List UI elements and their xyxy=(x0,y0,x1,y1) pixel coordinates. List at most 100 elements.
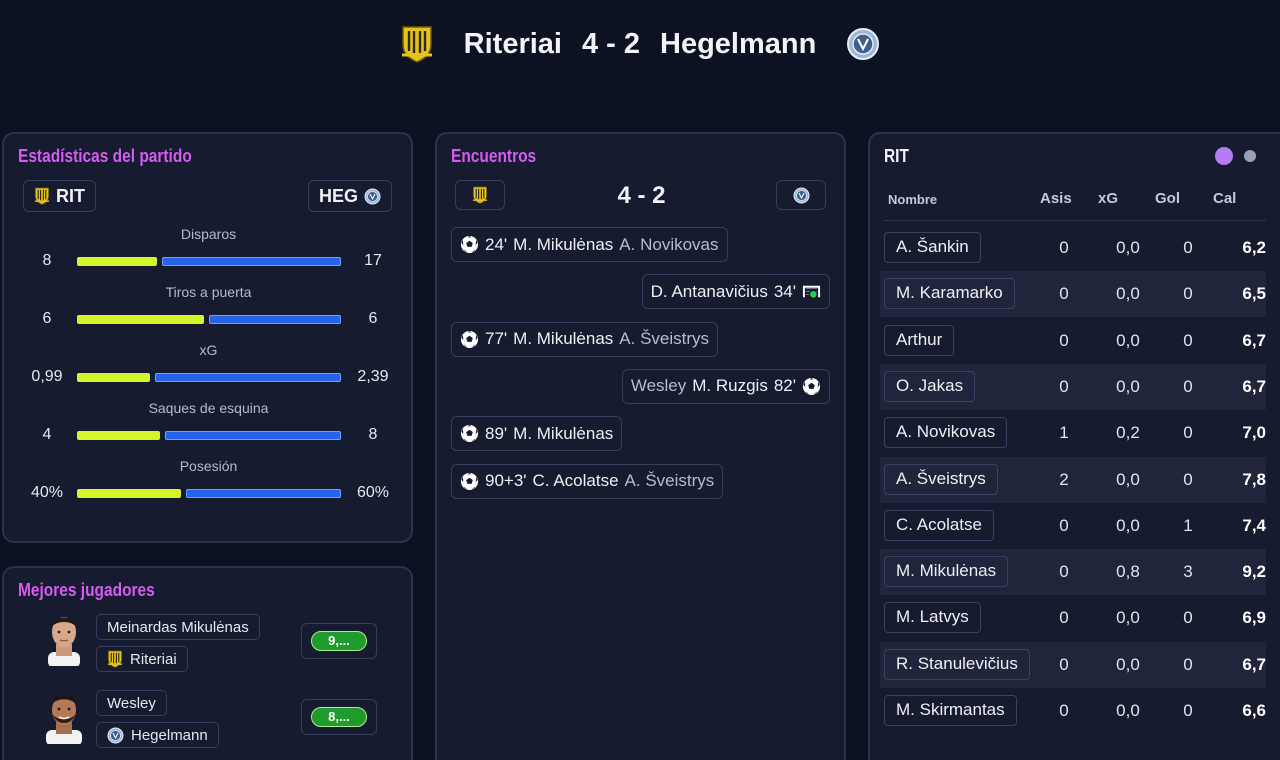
player-name[interactable]: M. Skirmantas xyxy=(884,695,1017,726)
table-row[interactable]: M. Karamarko 0 0,0 0 6,5 xyxy=(880,271,1266,318)
player-rating: 7,0 xyxy=(1242,423,1266,443)
player-goals: 0 xyxy=(1183,376,1193,396)
player-goals: 0 xyxy=(1183,469,1193,489)
top-player-name: Wesley xyxy=(107,694,156,712)
event-item[interactable]: 77' M. Mikulėnas A. Šveistrys xyxy=(451,321,719,357)
stat-home-value: 4 xyxy=(42,426,52,443)
player-goals: 1 xyxy=(1183,515,1193,535)
player-xg: 0,0 xyxy=(1116,284,1140,304)
player-rating: 6,2 xyxy=(1242,238,1266,257)
event-assist: A. Šveistrys xyxy=(624,471,715,490)
page-indicator-dot[interactable] xyxy=(1244,150,1256,162)
top-player-name: Meinardas Mikulėnas xyxy=(107,618,249,636)
riteriai-crest-icon xyxy=(34,187,50,205)
top-player-team-chip[interactable]: Riteriai xyxy=(96,646,188,672)
stat-row: 40% 60% xyxy=(4,484,413,504)
table-row[interactable]: A. Novikovas 1 0,2 0 7,0 xyxy=(880,410,1266,456)
stat-bar-away xyxy=(209,315,341,324)
player-name[interactable]: Arthur xyxy=(884,324,955,356)
top-player-name-chip[interactable]: Wesley xyxy=(96,690,167,716)
column-header-xg[interactable]: xG xyxy=(1098,190,1118,207)
goal-icon xyxy=(460,424,479,443)
match-score: 4 - 2 xyxy=(581,27,641,60)
stat-row: 0,99 2,39 xyxy=(4,368,413,388)
player-assists: 0 xyxy=(1059,608,1069,628)
goal-icon xyxy=(460,235,479,254)
player-name[interactable]: C. Acolatse xyxy=(884,509,994,541)
event-player: M. Mikulėnas xyxy=(513,234,614,254)
player-xg: 0,0 xyxy=(1116,515,1140,535)
player-avatar[interactable] xyxy=(40,608,88,666)
event-minute: 89' xyxy=(485,423,508,443)
player-goals: 0 xyxy=(1183,238,1193,257)
stat-bar-away xyxy=(186,489,341,498)
player-name[interactable]: A. Novikovas xyxy=(884,417,1008,449)
hegelmann-crest-icon xyxy=(364,188,381,205)
player-goals: 0 xyxy=(1183,423,1193,443)
table-row[interactable]: A. Šveistrys 2 0,0 0 7,8 xyxy=(880,456,1266,503)
table-row[interactable]: M. Mikulėnas 0 0,8 3 9,2 xyxy=(880,549,1266,596)
stat-bar-home xyxy=(77,489,181,498)
match-header: Riteriai 4 - 2 Hegelmann xyxy=(0,22,1280,66)
player-rating: 6,9 xyxy=(1242,608,1266,628)
table-row[interactable]: R. Stanulevičius 0 0,0 0 6,7 xyxy=(880,641,1266,688)
riteriai-crest-icon xyxy=(107,650,123,668)
player-name[interactable]: M. Mikulėnas xyxy=(884,556,1009,588)
player-name[interactable]: M. Latvys xyxy=(884,602,981,634)
stat-bar xyxy=(77,489,341,498)
table-row[interactable]: C. Acolatse 0 0,0 1 7,4 xyxy=(880,503,1266,549)
player-avatar[interactable] xyxy=(40,686,88,744)
table-row[interactable]: M. Skirmantas 0 0,0 0 6,6 xyxy=(880,688,1266,734)
table-row[interactable]: M. Latvys 0 0,0 0 6,9 xyxy=(880,595,1266,641)
events-title: Encuentros xyxy=(451,146,537,166)
away-abbr: HEG xyxy=(318,185,358,206)
stat-label: Tiros a puerta xyxy=(165,284,252,300)
player-rating: 7,8 xyxy=(1242,469,1266,489)
player-xg: 0,0 xyxy=(1116,469,1140,489)
player-name[interactable]: A. Šankin xyxy=(884,232,981,263)
event-item[interactable]: D. Antanavičius 34' xyxy=(641,274,830,310)
event-player: M. Ruzgis xyxy=(692,376,768,396)
stat-home-value: 0,99 xyxy=(31,368,63,385)
page-indicator-dot-active[interactable] xyxy=(1215,147,1233,165)
player-name[interactable]: A. Šveistrys xyxy=(884,463,998,495)
event-item[interactable]: Wesley M. Ruzgis 82' xyxy=(621,368,830,404)
top-player-rating-box: 8,... xyxy=(301,699,377,735)
player-assists: 0 xyxy=(1059,515,1069,535)
column-header-assists[interactable]: Asis xyxy=(1040,190,1072,207)
event-player: M. Mikulėnas xyxy=(513,329,614,349)
column-header-name[interactable]: Nombre xyxy=(888,192,937,207)
player-assists: 0 xyxy=(1059,701,1069,720)
event-item[interactable]: 90+3' C. Acolatse A. Šveistrys xyxy=(451,463,724,499)
event-minute: 34' xyxy=(773,281,796,301)
column-header-goals[interactable]: Gol xyxy=(1155,190,1180,207)
match-events-panel: Encuentros 4 - 2 24' M. Mikulėnas A. Novik… xyxy=(435,132,846,760)
table-row[interactable]: A. Šankin 0 0,0 0 6,2 xyxy=(880,225,1266,271)
top-player-name-chip[interactable]: Meinardas Mikulėnas xyxy=(96,614,260,640)
player-name[interactable]: M. Karamarko xyxy=(884,278,1015,310)
table-row[interactable]: Arthur 0 0,0 0 6,7 xyxy=(880,318,1266,364)
stat-label: Posesión xyxy=(179,458,238,474)
stat-away-value: 17 xyxy=(364,252,382,269)
player-assists: 0 xyxy=(1059,376,1069,396)
stat-home-value: 6 xyxy=(42,310,52,327)
top-player-team-chip[interactable]: Hegelmann xyxy=(96,722,219,748)
player-goals: 3 xyxy=(1183,562,1193,582)
table-row[interactable]: O. Jakas 0 0,0 0 6,7 xyxy=(880,363,1266,410)
player-assists: 0 xyxy=(1059,562,1069,582)
stat-bar-away xyxy=(155,373,341,382)
hegelmann-crest-icon xyxy=(793,187,810,204)
event-item[interactable]: 89' M. Mikulėnas xyxy=(451,416,623,452)
column-header-rating[interactable]: Cal xyxy=(1213,190,1236,207)
stat-bar-home xyxy=(77,431,160,440)
stat-label: Saques de esquina xyxy=(148,400,269,416)
player-assists: 0 xyxy=(1059,284,1069,304)
stat-row: 8 17 xyxy=(4,252,413,272)
stat-bar xyxy=(77,431,341,440)
stat-away-value: 6 xyxy=(368,310,378,327)
player-name[interactable]: R. Stanulevičius xyxy=(884,648,1030,680)
stat-label: Disparos xyxy=(180,226,237,242)
event-item[interactable]: 24' M. Mikulėnas A. Novikovas xyxy=(451,227,728,262)
player-name[interactable]: O. Jakas xyxy=(884,370,976,402)
player-rating: 6,7 xyxy=(1242,654,1266,674)
